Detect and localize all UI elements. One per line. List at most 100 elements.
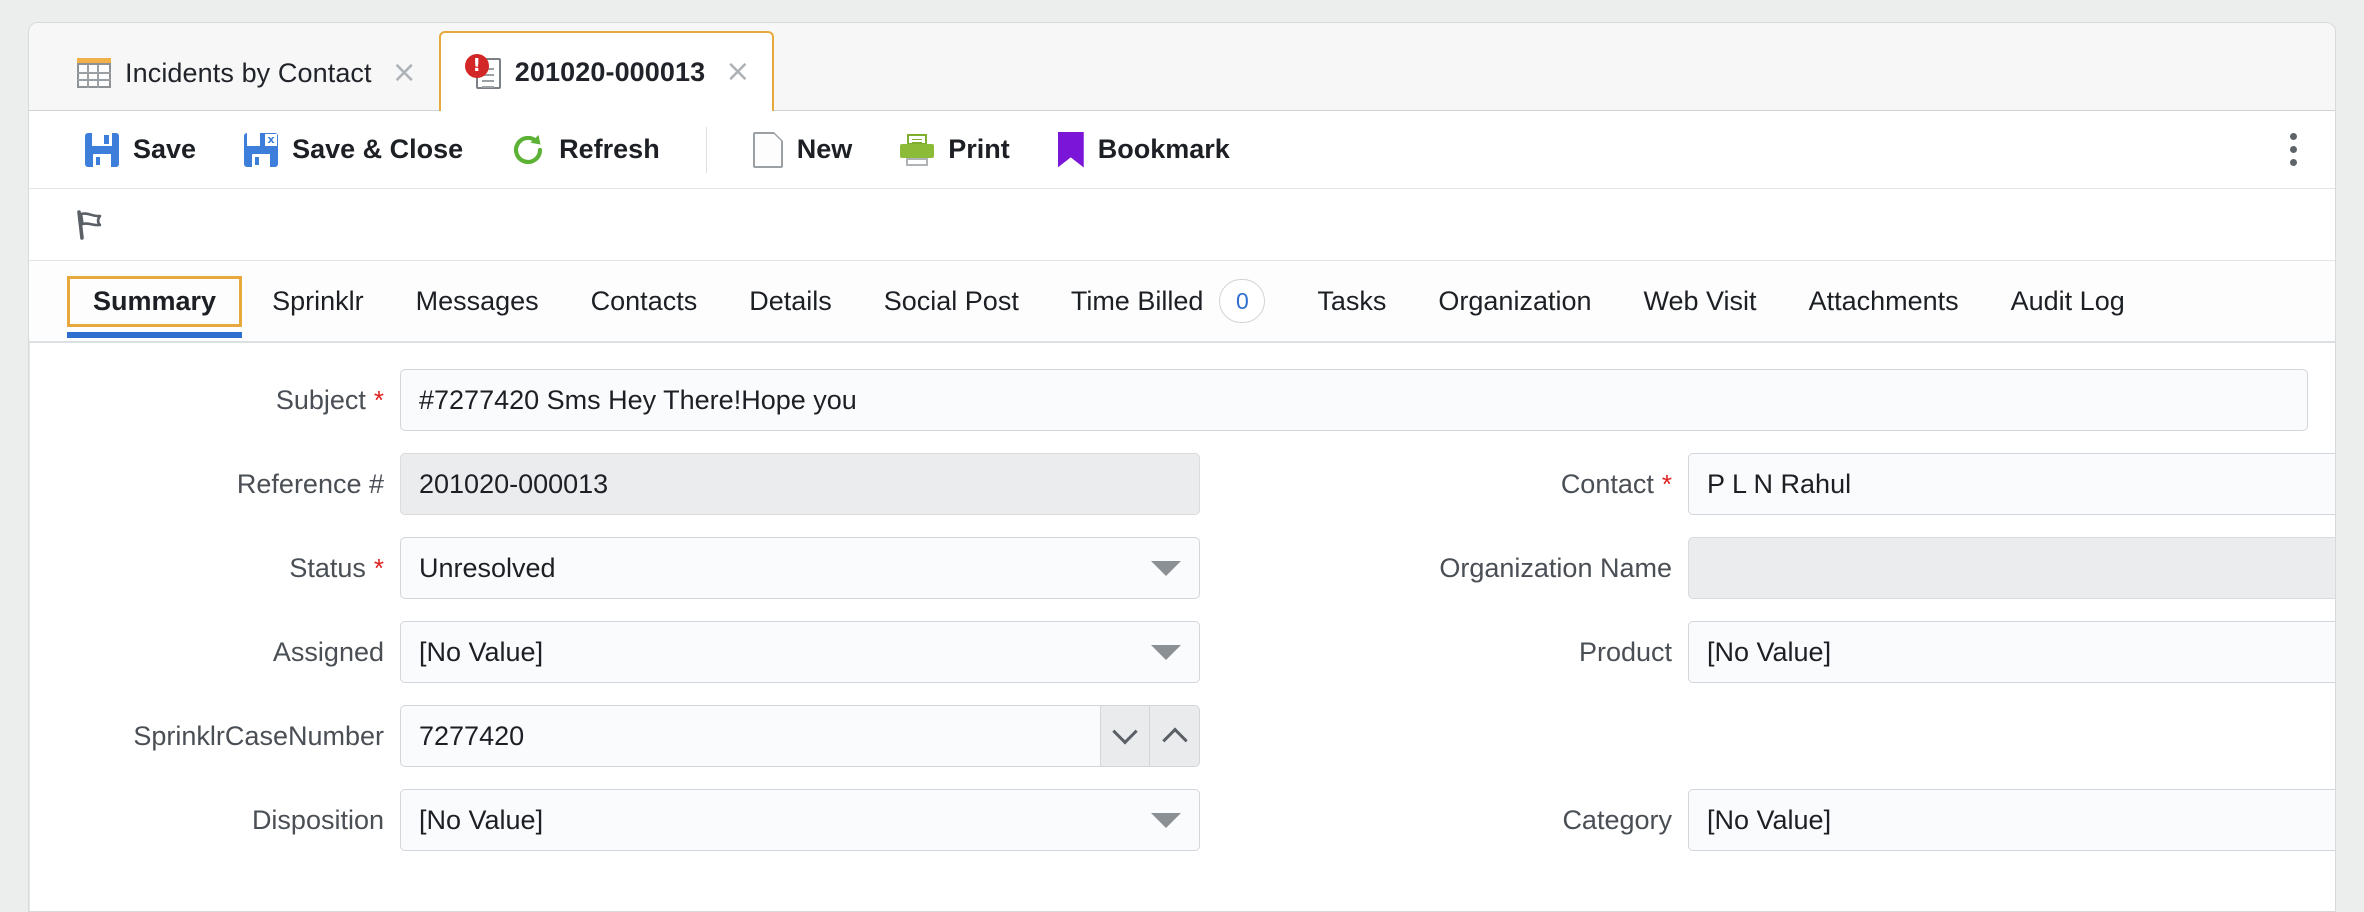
product-value: [No Value] — [1707, 636, 1832, 667]
save-and-close-button-label: Save & Close — [292, 134, 464, 164]
refresh-icon — [511, 133, 545, 167]
printer-icon — [900, 133, 935, 166]
tab-social-post[interactable]: Social Post — [858, 276, 1045, 327]
summary-form: Subject * #7277420 Sms Hey There!Hope you… — [29, 343, 2335, 911]
form-row-status-organization: Status * Unresolved Organization Name — [30, 537, 2335, 599]
toolbar-divider — [705, 126, 707, 173]
print-button-label: Print — [948, 134, 1010, 164]
subject-label: Subject * — [30, 385, 400, 416]
document-tab-label: 201020-000013 — [514, 56, 706, 87]
status-select[interactable]: Unresolved — [400, 537, 1200, 599]
tab-label: Messages — [415, 285, 539, 316]
tab-label: Sprinklr — [272, 285, 364, 316]
tab-contacts[interactable]: Contacts — [565, 276, 724, 327]
reference-label-text: Reference # — [236, 468, 384, 499]
tab-sprinklr[interactable]: Sprinklr — [246, 276, 390, 327]
status-label-text: Status — [289, 552, 366, 583]
floppy-disk-close-icon: x — [244, 132, 279, 167]
action-toolbar: Save x Save & Close Refresh New Print Bo… — [29, 111, 2335, 189]
chevron-up-icon — [1161, 727, 1188, 753]
assigned-select[interactable]: [No Value] — [400, 621, 1200, 683]
case-number-stepper[interactable]: 7277420 — [400, 705, 1200, 767]
time-billed-count-badge: 0 — [1219, 279, 1266, 323]
contact-value: P L N Rahul — [1707, 468, 1852, 499]
assigned-label: Assigned — [30, 637, 400, 668]
refresh-button[interactable]: Refresh — [487, 125, 684, 175]
document-tab-incidents-by-contact[interactable]: Incidents by Contact × — [53, 36, 439, 110]
tab-label: Contacts — [590, 285, 698, 316]
tab-details[interactable]: Details — [723, 276, 858, 327]
case-number-input[interactable]: 7277420 — [400, 705, 1100, 767]
tab-label: Time Billed — [1070, 285, 1204, 316]
refresh-button-label: Refresh — [559, 134, 660, 164]
required-marker: * — [1661, 468, 1672, 499]
disposition-select[interactable]: [No Value] — [400, 789, 1200, 851]
tab-label: Web Visit — [1643, 285, 1757, 316]
subject-value: #7277420 Sms Hey There!Hope you — [419, 384, 857, 415]
tab-tasks[interactable]: Tasks — [1291, 276, 1412, 327]
disposition-label: Disposition — [30, 805, 400, 836]
new-button[interactable]: New — [729, 124, 877, 176]
form-row-case-number: SprinklrCaseNumber 7277420 — [30, 705, 2335, 767]
tab-audit-log[interactable]: Audit Log — [1985, 276, 2151, 327]
tab-summary[interactable]: Summary — [67, 275, 243, 338]
save-button[interactable]: Save — [61, 125, 220, 175]
assigned-label-text: Assigned — [272, 636, 384, 667]
status-label: Status * — [30, 553, 400, 584]
section-tab-bar: Summary Sprinklr Messages Contacts Detai… — [29, 261, 2335, 343]
category-label-text: Category — [1562, 804, 1672, 835]
document-tab-label: Incidents by Contact — [125, 57, 372, 88]
organization-name-label: Organization Name — [1208, 553, 1688, 584]
category-select[interactable]: [No Value] — [1688, 789, 2335, 851]
subject-label-text: Subject — [275, 384, 366, 415]
close-icon[interactable]: × — [392, 58, 417, 88]
product-label: Product — [1208, 637, 1688, 668]
disposition-label-text: Disposition — [251, 804, 384, 835]
tab-label: Audit Log — [2010, 285, 2125, 316]
document-tab-201020-000013[interactable]: ! 201020-000013 × — [438, 31, 775, 111]
bookmark-button[interactable]: Bookmark — [1034, 124, 1254, 176]
tab-organization[interactable]: Organization — [1412, 276, 1617, 327]
tab-label: Summary — [93, 285, 217, 316]
product-select[interactable]: [No Value] — [1688, 621, 2335, 683]
save-and-close-button[interactable]: x Save & Close — [220, 125, 487, 175]
tab-messages[interactable]: Messages — [390, 276, 565, 327]
contact-input[interactable]: P L N Rahul — [1688, 453, 2335, 515]
required-marker: * — [373, 552, 384, 583]
case-number-label-text: SprinklrCaseNumber — [133, 720, 384, 751]
print-button[interactable]: Print — [876, 126, 1034, 174]
form-row-subject: Subject * #7277420 Sms Hey There!Hope you — [30, 369, 2335, 431]
product-label-text: Product — [1578, 636, 1672, 667]
form-row-reference-contact: Reference # 201020-000013 Contact * P L N… — [30, 453, 2335, 515]
tab-label: Attachments — [1808, 285, 1959, 316]
reference-value: 201020-000013 — [419, 468, 609, 499]
kebab-menu-icon[interactable] — [2277, 123, 2309, 176]
tab-label: Social Post — [883, 285, 1019, 316]
tab-label: Tasks — [1317, 285, 1387, 316]
bookmark-icon — [1057, 131, 1084, 168]
case-number-increment-button[interactable] — [1150, 705, 1200, 767]
flag-icon[interactable] — [69, 205, 109, 245]
organization-name-label-text: Organization Name — [1439, 552, 1672, 583]
document-alert-icon: ! — [464, 54, 501, 90]
case-number-label: SprinklrCaseNumber — [30, 721, 400, 752]
reference-label: Reference # — [30, 469, 400, 500]
page-icon — [752, 130, 784, 168]
tab-time-billed[interactable]: Time Billed 0 — [1045, 269, 1292, 333]
tab-attachments[interactable]: Attachments — [1783, 276, 1985, 327]
form-row-disposition-category: Disposition [No Value] Category [No Valu… — [30, 789, 2335, 851]
new-button-label: New — [796, 134, 853, 164]
chevron-down-icon[interactable] — [1151, 560, 1181, 576]
case-number-decrement-button[interactable] — [1100, 705, 1150, 767]
chevron-down-icon[interactable] — [1151, 644, 1181, 660]
flag-bar — [29, 189, 2335, 261]
grid-icon — [77, 58, 111, 88]
chevron-down-icon[interactable] — [1151, 812, 1181, 828]
subject-input[interactable]: #7277420 Sms Hey There!Hope you — [400, 369, 2308, 431]
required-marker: * — [373, 384, 384, 415]
tab-web-visit[interactable]: Web Visit — [1618, 276, 1783, 327]
close-icon[interactable]: × — [725, 57, 750, 87]
document-tab-strip: Incidents by Contact × ! 201020-000013 × — [29, 23, 2335, 111]
organization-name-input — [1688, 537, 2335, 599]
category-label: Category — [1208, 805, 1688, 836]
